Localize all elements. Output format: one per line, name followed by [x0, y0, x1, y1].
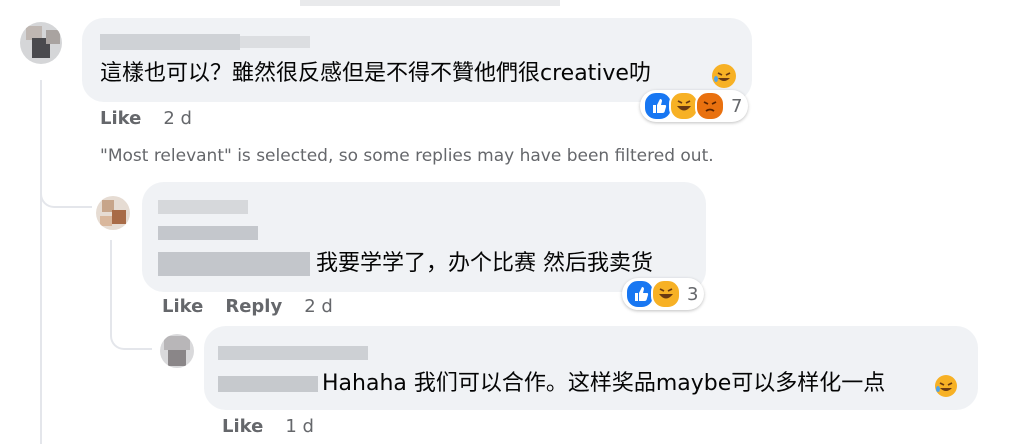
reply-connector-2: [110, 300, 152, 350]
comment-text: 這樣也可以？雖然很反感但是不得不贊他們很creative叻: [100, 61, 651, 86]
reaction-count: 3: [687, 283, 699, 305]
timestamp[interactable]: 2 d: [163, 108, 192, 129]
timestamp[interactable]: 1 d: [285, 416, 314, 437]
reaction-count: 7: [731, 95, 743, 117]
rofl-emoji-icon: [934, 374, 958, 398]
like-button[interactable]: Like: [222, 416, 263, 437]
filter-notice: "Most relevant" is selected, so some rep…: [100, 146, 714, 166]
avatar[interactable]: [20, 22, 62, 64]
reply-text: Hahaha 我们可以合作。这样奖品maybe可以多样化一点: [322, 371, 886, 396]
reply-text: 我要学学了，办个比赛 然后我卖货: [316, 251, 653, 276]
timestamp[interactable]: 2 d: [304, 296, 333, 317]
like-button[interactable]: Like: [100, 108, 141, 129]
thread-line-main: [40, 80, 42, 444]
like-button[interactable]: Like: [162, 296, 203, 317]
author-name-blurred[interactable]: [218, 346, 368, 360]
reaction-summary[interactable]: 7: [640, 90, 749, 122]
comment-actions: Like 2 d: [100, 108, 192, 129]
author-name-blurred[interactable]: [100, 34, 240, 50]
rofl-emoji-icon: [712, 64, 736, 88]
reply-button[interactable]: Reply: [225, 296, 282, 317]
avatar[interactable]: [96, 196, 130, 230]
reply-actions: Like Reply 2 d: [162, 296, 333, 317]
angry-icon: [695, 91, 725, 121]
reply-bubble: Hahaha 我们可以合作。这样奖品maybe可以多样化一点: [204, 326, 978, 410]
reply-actions: Like 1 d: [222, 416, 314, 437]
previous-content-remnant: [300, 0, 560, 6]
reaction-summary[interactable]: 3: [622, 278, 705, 310]
haha-icon: [651, 279, 681, 309]
reply-bubble: 我要学学了，办个比赛 然后我卖货: [142, 182, 706, 292]
avatar[interactable]: [160, 334, 194, 368]
reply-connector-1: [40, 160, 92, 208]
author-name-blurred[interactable]: [158, 200, 248, 214]
